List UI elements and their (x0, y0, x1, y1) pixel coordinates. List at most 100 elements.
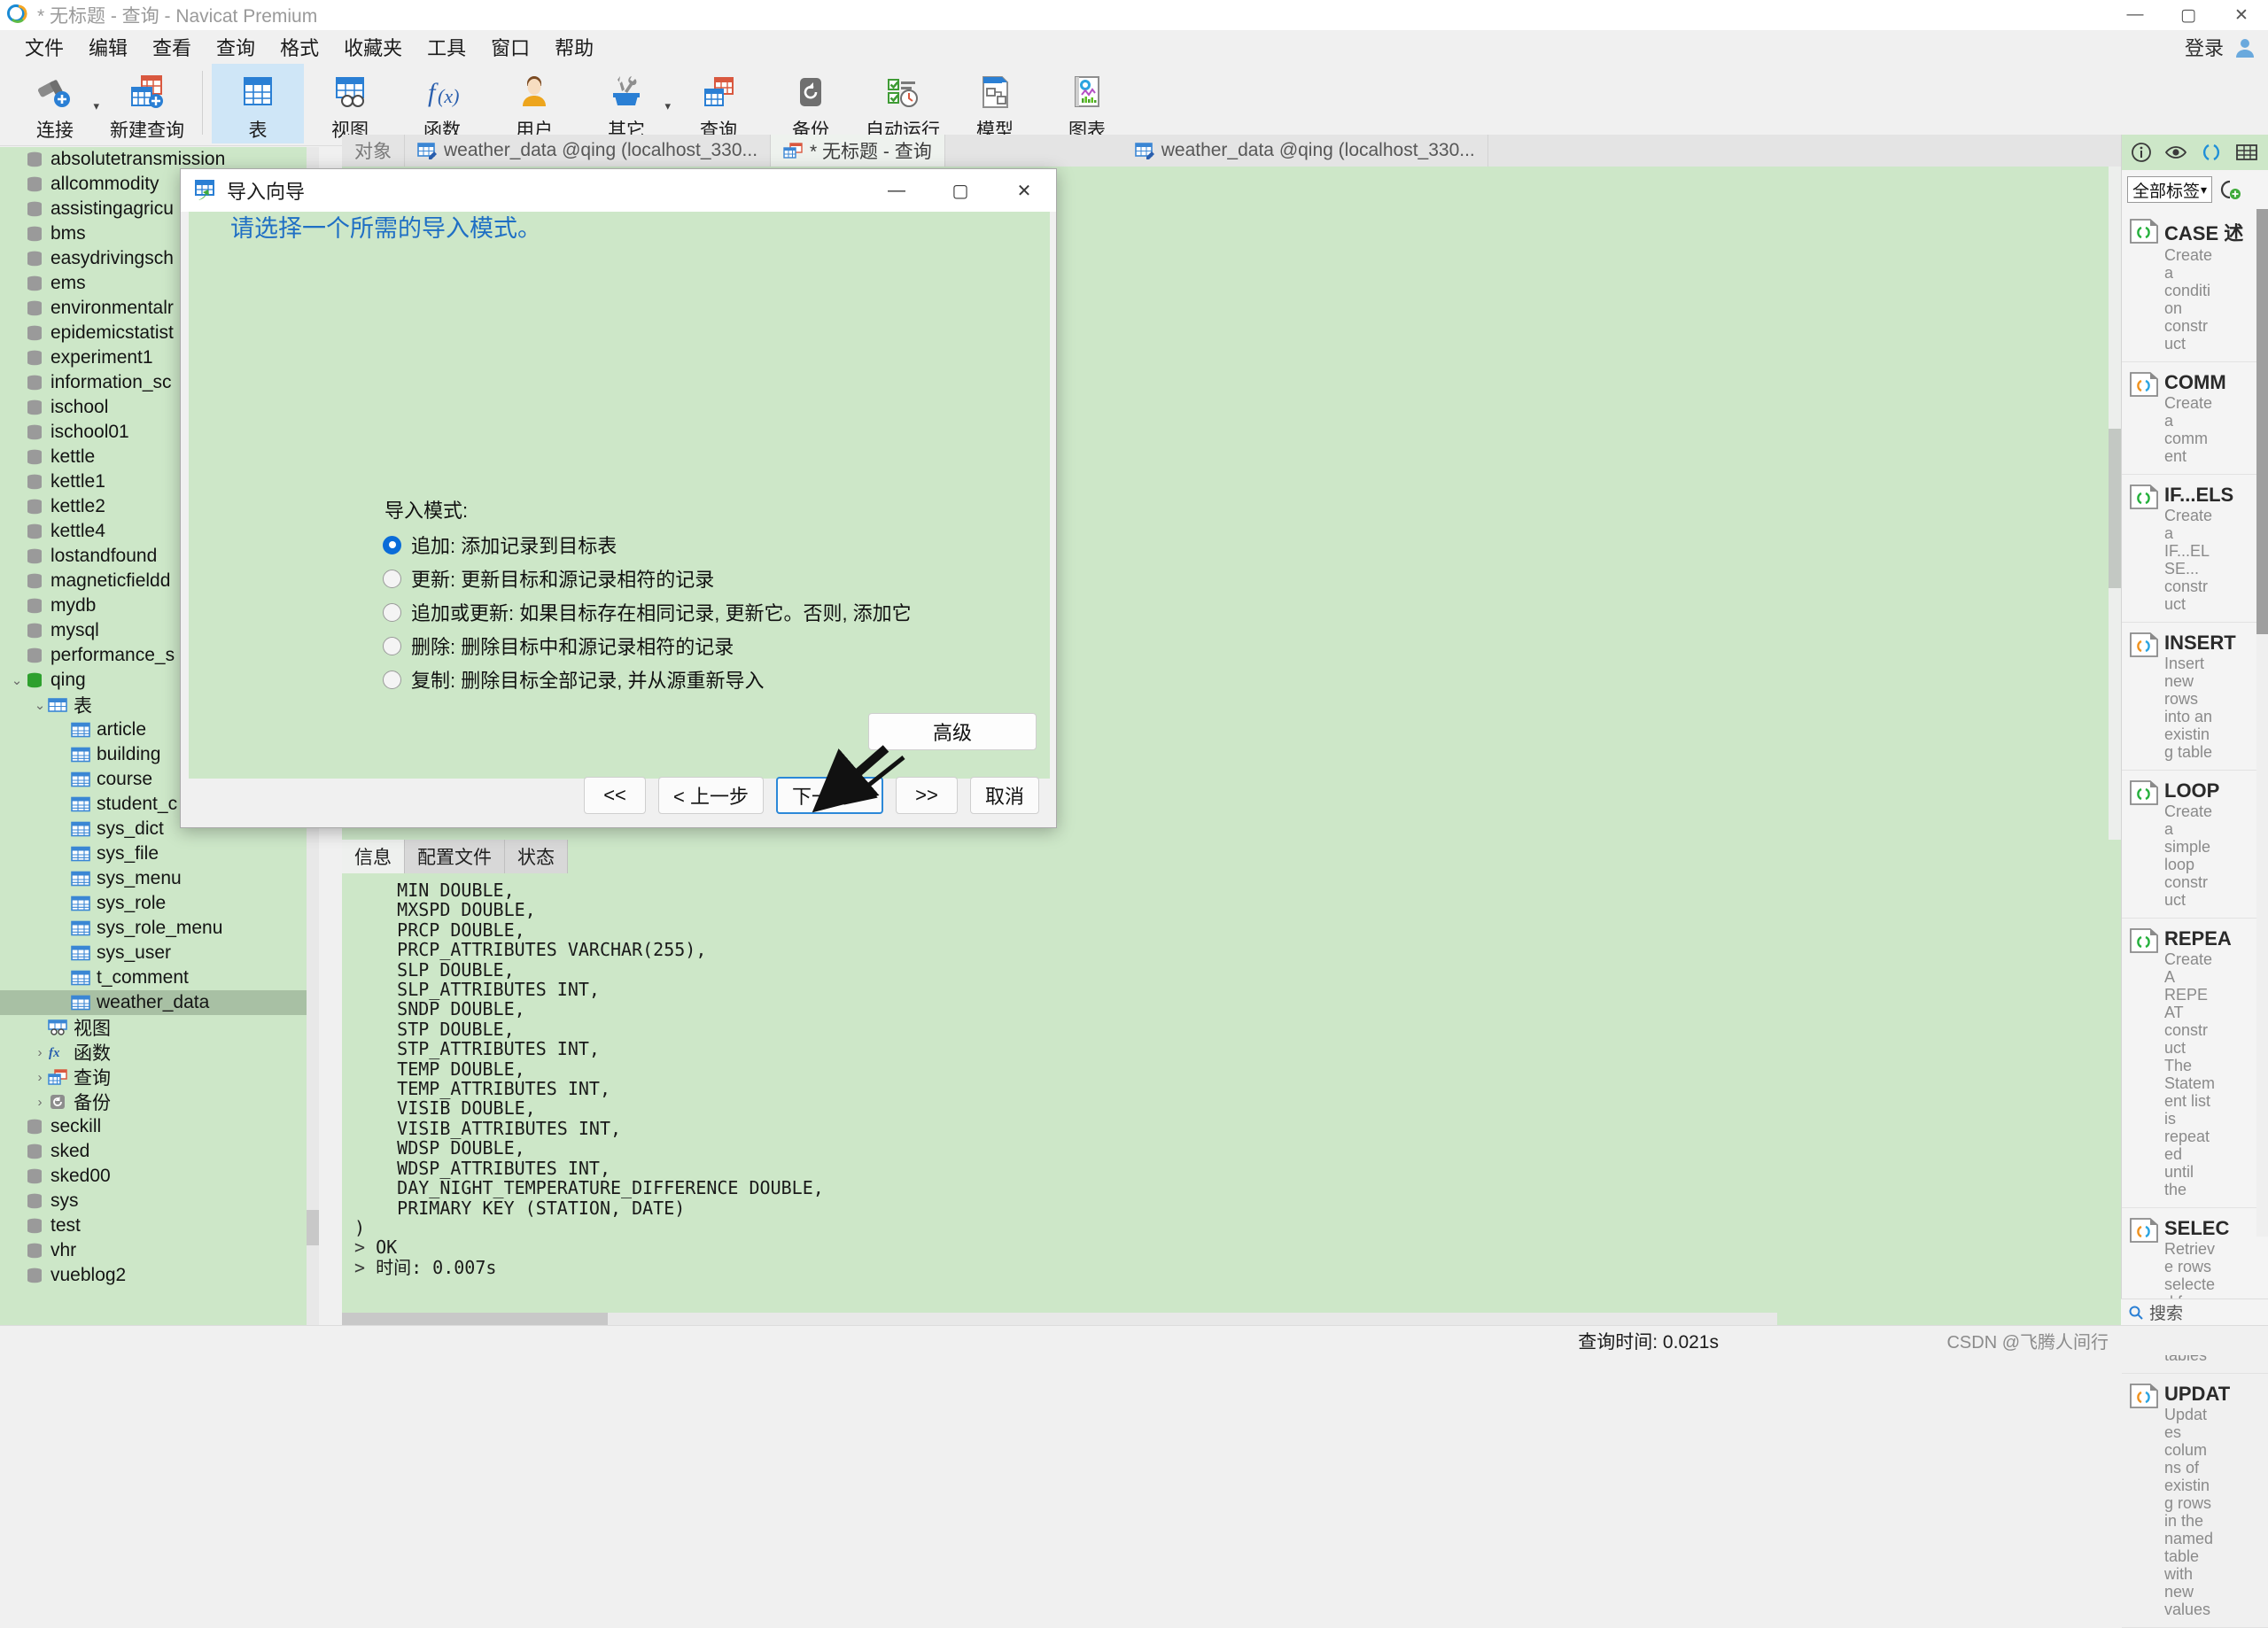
toolbar-button-other[interactable]: 其它 ▾ (580, 64, 672, 143)
menu-item-favorites[interactable]: 收藏夹 (331, 29, 415, 65)
menu-item-format[interactable]: 格式 (268, 29, 331, 65)
editor-horizontal-scrollbar-thumb[interactable] (342, 1313, 608, 1325)
radio-indicator[interactable] (383, 670, 401, 689)
tree-item-test[interactable]: test (0, 1213, 318, 1238)
tree-item-sked[interactable]: sked (0, 1139, 318, 1164)
import-mode-option-update[interactable]: 更新: 更新目标和源记录相符的记录 (383, 564, 714, 593)
menu-item-help[interactable]: 帮助 (542, 29, 606, 65)
result-tab-状态[interactable]: 状态 (505, 840, 568, 873)
snippet-item[interactable]: UPDAT Updates columns of existing rows i… (2122, 1374, 2268, 1628)
cancel-button[interactable]: 取消 (969, 777, 1039, 814)
dialog-minimize-button[interactable]: — (865, 169, 928, 212)
editor-tab-0[interactable]: 对象 (342, 135, 405, 167)
sidebar-scrollbar-thumb[interactable] (307, 1210, 319, 1245)
advanced-button[interactable]: 高级 (868, 713, 1037, 750)
login-label[interactable]: 登录 (2185, 33, 2224, 61)
chevron-down-icon[interactable]: ▾ (2201, 182, 2207, 198)
dialog-maximize-button[interactable]: ▢ (928, 169, 992, 212)
toolbar-button-chart[interactable]: 图表 (1041, 64, 1133, 143)
minimize-button[interactable]: — (2109, 0, 2162, 30)
previous-step-button[interactable]: < 上一步 (658, 777, 765, 814)
editor-scrollbar-thumb[interactable] (2109, 429, 2121, 588)
grid-icon[interactable] (2235, 143, 2258, 162)
chevron-right-icon[interactable]: › (32, 1070, 48, 1085)
snippet-item[interactable]: INSERT Insert new rows into an existing … (2122, 623, 2268, 771)
add-snippet-icon[interactable] (2219, 179, 2242, 200)
toolbar-button-user[interactable]: 用户 (488, 64, 580, 143)
import-mode-option-delete[interactable]: 删除: 删除目标中和源记录相符的记录 (383, 632, 734, 660)
tree-item-[interactable]: › fx 函数 (0, 1040, 318, 1065)
editor-tab-2[interactable]: * 无标题 - 查询 (771, 135, 945, 167)
account-avatar-icon[interactable] (2233, 35, 2257, 59)
editor-horizontal-scrollbar[interactable] (342, 1313, 1777, 1325)
menu-item-query[interactable]: 查询 (204, 29, 268, 65)
radio-indicator[interactable] (383, 602, 401, 622)
login-area[interactable]: 登录 (2185, 30, 2257, 64)
tree-item-vhr[interactable]: vhr (0, 1238, 318, 1263)
editor-scrollbar[interactable] (2109, 167, 2121, 840)
menu-item-edit[interactable]: 编辑 (76, 29, 140, 65)
tree-item-sys_menu[interactable]: sys_menu (0, 866, 318, 891)
menu-item-view[interactable]: 查看 (140, 29, 204, 65)
maximize-button[interactable]: ▢ (2162, 0, 2215, 30)
toolbar-button-automation[interactable]: 自动运行 (857, 64, 949, 143)
tree-item-sys[interactable]: sys (0, 1189, 318, 1213)
toolbar-button-query[interactable]: 查询 (672, 64, 765, 143)
snippets-search-box[interactable]: 搜索 (2121, 1299, 2268, 1325)
first-step-button[interactable]: << (584, 777, 647, 814)
tree-item-t_comment[interactable]: t_comment (0, 965, 318, 990)
import-mode-option-append[interactable]: 追加: 添加记录到目标表 (383, 531, 617, 559)
snippets-scrollbar-thumb[interactable] (2256, 209, 2268, 634)
chevron-right-icon[interactable]: › (32, 1095, 48, 1110)
tree-item-[interactable]: 视图 (0, 1015, 318, 1040)
toolbar-button-new-query[interactable]: 新建查询 (101, 64, 193, 143)
radio-indicator[interactable] (383, 636, 401, 655)
tree-item-sys_user[interactable]: sys_user (0, 941, 318, 965)
tree-item-[interactable]: › 备份 (0, 1089, 318, 1114)
snippet-item[interactable]: COMM Create a comment (2122, 362, 2268, 475)
toolbar-button-connection[interactable]: 连接 ▾ (9, 64, 101, 143)
import-mode-option-copy[interactable]: 复制: 删除目标全部记录, 并从源重新导入 (383, 665, 764, 694)
snippet-item[interactable]: IF...ELS Create a IF...ELSE... construct (2122, 475, 2268, 623)
chevron-down-icon[interactable]: ⌄ (9, 672, 25, 688)
code-brackets-icon[interactable] (2200, 142, 2223, 163)
snippet-item[interactable]: LOOP Create a simple loop construct (2122, 771, 2268, 919)
snippets-scrollbar[interactable] (2256, 209, 2268, 1237)
chevron-down-icon[interactable]: ▾ (93, 99, 99, 113)
tree-item-sked00[interactable]: sked00 (0, 1164, 318, 1189)
chevron-down-icon[interactable]: ▾ (664, 99, 671, 113)
tree-item-sys_role_menu[interactable]: sys_role_menu (0, 916, 318, 941)
radio-indicator[interactable] (383, 535, 401, 554)
result-tab-配置文件[interactable]: 配置文件 (405, 840, 505, 873)
tree-item-vueblog2[interactable]: vueblog2 (0, 1263, 318, 1288)
radio-indicator[interactable] (383, 569, 401, 588)
menu-item-window[interactable]: 窗口 (478, 29, 542, 65)
editor-tab-1[interactable]: weather_data @qing (localhost_330... (405, 135, 772, 167)
toolbar-button-backup[interactable]: 备份 (765, 64, 857, 143)
snippet-item[interactable]: CASE 述 Create a condition construct (2122, 209, 2268, 362)
toolbar-button-view[interactable]: 视图 (304, 64, 396, 143)
eye-icon[interactable] (2164, 142, 2187, 163)
toolbar-button-function[interactable]: f (x) 函数 (396, 64, 488, 143)
next-step-button[interactable]: 下一步 > (776, 777, 883, 814)
tree-item-sys_file[interactable]: sys_file (0, 841, 318, 866)
chevron-down-icon[interactable]: ⌄ (32, 697, 48, 713)
menu-item-file[interactable]: 文件 (12, 29, 76, 65)
editor-tab-3[interactable]: weather_data @qing (localhost_330... (1122, 135, 1488, 167)
toolbar-button-model[interactable]: 模型 (949, 64, 1041, 143)
toolbar-button-table[interactable]: 表 (212, 64, 304, 143)
snippet-tag-select[interactable]: 全部标签 ▾ (2127, 176, 2212, 203)
snippets-list[interactable]: CASE 述 Create a condition construct COMM… (2122, 209, 2268, 1628)
tree-item-weather_data[interactable]: weather_data (0, 990, 318, 1015)
chevron-right-icon[interactable]: › (32, 1045, 48, 1060)
tree-item-[interactable]: › 查询 (0, 1065, 318, 1089)
tree-item-sys_role[interactable]: sys_role (0, 891, 318, 916)
tree-item-seckill[interactable]: seckill (0, 1114, 318, 1139)
info-icon[interactable] (2131, 142, 2152, 163)
dialog-close-button[interactable]: ✕ (992, 169, 1056, 212)
last-step-button[interactable]: >> (895, 777, 958, 814)
snippet-item[interactable]: REPEA Create A REPEAT construct The Stat… (2122, 919, 2268, 1208)
import-mode-option-append-or-update[interactable]: 追加或更新: 如果目标存在相同记录, 更新它。否则, 添加它 (383, 598, 912, 626)
result-tab-信息[interactable]: 信息 (342, 840, 405, 873)
menu-item-tools[interactable]: 工具 (415, 29, 478, 65)
